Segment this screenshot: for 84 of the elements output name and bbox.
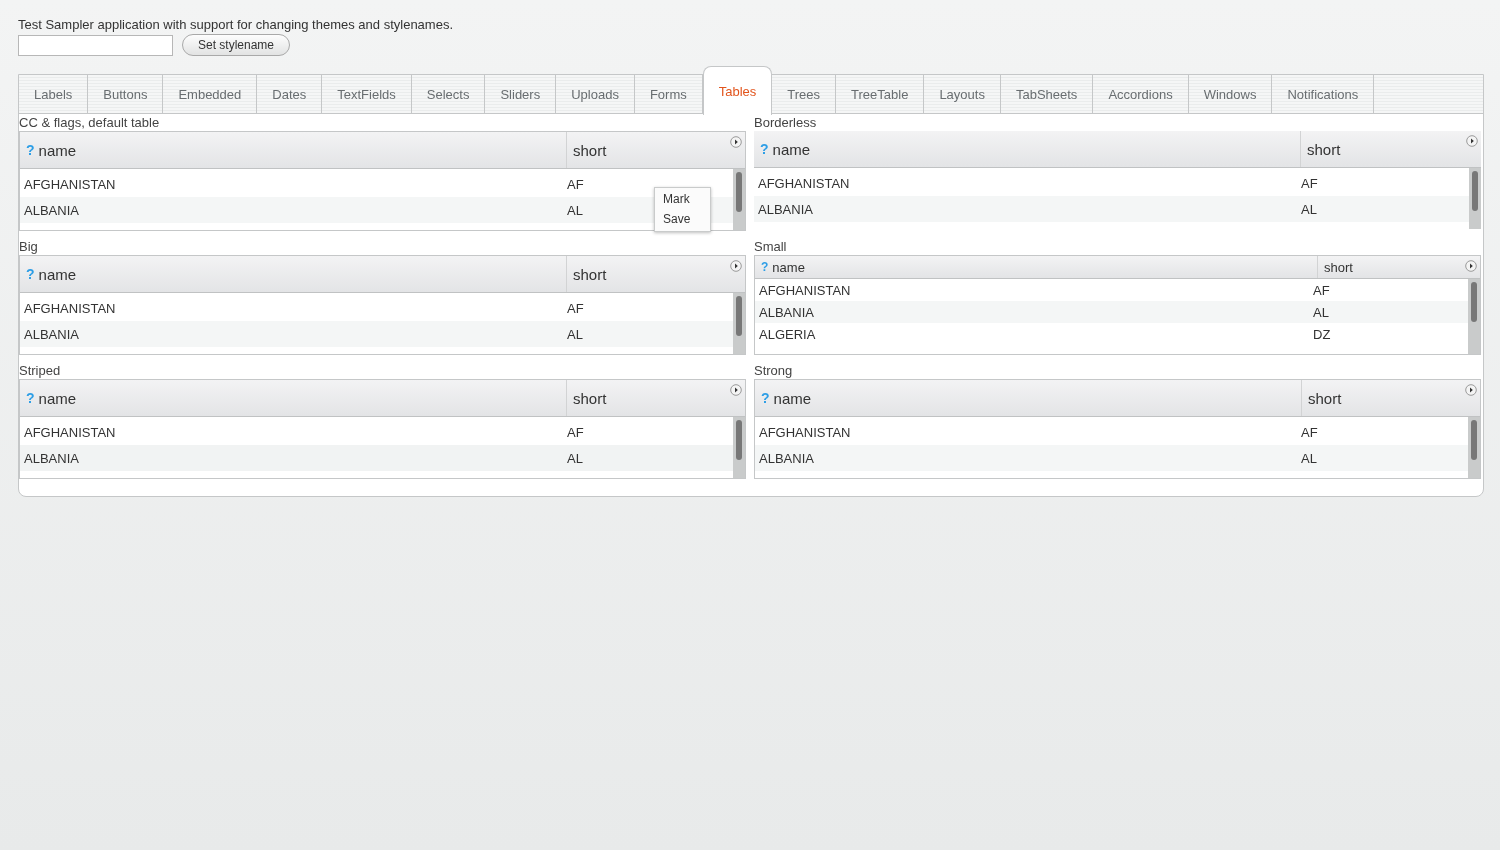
tab[interactable]: Sliders	[485, 75, 557, 113]
menu-item[interactable]: Mark	[655, 189, 710, 209]
table-cell-text: AF	[567, 424, 585, 440]
tab[interactable]: Accordions	[1093, 75, 1189, 113]
table-caption: Borderless	[754, 115, 818, 131]
table-cell-text: AFGHANISTAN	[23, 424, 117, 440]
tab[interactable]: Forms	[634, 75, 703, 113]
column-selector-icon[interactable]	[1465, 384, 1477, 396]
table-cell-text: ALBANIA	[757, 201, 814, 217]
table-caption: Strong	[754, 363, 794, 379]
column-selector-icon[interactable]	[730, 384, 742, 396]
table-cell-text: AL	[567, 202, 584, 218]
tab[interactable]: TreeTable	[836, 75, 925, 113]
column-selector-icon[interactable]	[730, 136, 742, 148]
table-cell-text: ALBANIA	[23, 326, 80, 342]
table-caption: Striped	[19, 363, 62, 379]
tab[interactable]: Windows	[1188, 75, 1273, 113]
menu-item[interactable]: Save	[655, 209, 710, 229]
table-cell-text: AF	[567, 176, 585, 192]
table-cell-text: ALBANIA	[758, 450, 815, 466]
column-header[interactable]: short	[1301, 131, 1481, 167]
table-cell-text: AF	[567, 300, 585, 316]
column-header[interactable]: ? name	[20, 132, 567, 168]
column-header[interactable]: ? name	[754, 131, 1301, 167]
column-selector-icon[interactable]	[1465, 260, 1477, 272]
tab[interactable]: Tables	[702, 66, 773, 115]
table-cell-text: AF	[1301, 424, 1319, 440]
tab[interactable]: Uploads	[556, 75, 635, 113]
tab[interactable]: Selects	[411, 75, 486, 113]
table-caption: Big	[19, 239, 39, 255]
table-cell-text: AL	[567, 450, 584, 466]
table-cell-text: AFGHANISTAN	[23, 176, 117, 192]
tab[interactable]: TabSheets	[1000, 75, 1094, 113]
intro-text: Test Sampler application with support for changing themes and stylenames.	[18, 16, 454, 33]
column-header[interactable]: short	[567, 132, 745, 168]
help-icon: ?	[26, 266, 35, 282]
scrollbar[interactable]	[733, 417, 745, 478]
scrollbar[interactable]	[733, 169, 745, 230]
table-caption: Small	[754, 239, 788, 255]
column-header[interactable]: short	[567, 380, 745, 416]
scrollbar[interactable]	[1468, 417, 1480, 478]
scrollbar[interactable]	[1468, 279, 1480, 354]
tab[interactable]: Trees	[772, 75, 837, 113]
table-cell-text: AFGHANISTAN	[758, 282, 852, 298]
column-selector-icon[interactable]	[1466, 135, 1478, 147]
tab[interactable]: Labels	[19, 75, 89, 113]
table-cell-text: DZ	[1313, 326, 1332, 342]
help-icon: ?	[26, 142, 35, 158]
help-icon: ?	[26, 390, 35, 406]
table-cell-text: AFGHANISTAN	[757, 175, 851, 191]
column-header[interactable]: short	[567, 256, 745, 292]
column-header[interactable]: short	[1302, 380, 1480, 416]
table-cell-text: AL	[1301, 201, 1318, 217]
tab[interactable]: Dates	[257, 75, 323, 113]
table-cell-text: AF	[1313, 282, 1331, 298]
set-stylename-button[interactable]: Set stylename	[182, 34, 291, 56]
column-header[interactable]: ? name	[755, 380, 1302, 416]
table-cell-text: AFGHANISTAN	[758, 424, 852, 440]
table-cell-text: ALGERIA	[758, 326, 817, 342]
tab[interactable]: Notifications	[1272, 75, 1375, 113]
column-header[interactable]: ? name	[20, 256, 567, 292]
table-cell-text: AFGHANISTAN	[23, 300, 117, 316]
table-cell-text: AF	[1301, 175, 1319, 191]
tab[interactable]: TextFields	[322, 75, 412, 113]
column-header[interactable]: ? name	[20, 380, 567, 416]
column-header[interactable]: ? name	[755, 256, 1318, 278]
table-cell-text: ALBANIA	[758, 304, 815, 320]
table-cell-text: AL	[1313, 304, 1330, 320]
table-caption: CC & flags, default table	[19, 115, 161, 131]
table-cell-text: ALBANIA	[23, 202, 80, 218]
table-cell-text: ALBANIA	[23, 450, 80, 466]
scrollbar[interactable]	[733, 293, 745, 354]
help-icon: ?	[760, 141, 769, 157]
scrollbar[interactable]	[1469, 168, 1481, 229]
table-cell-text: AL	[1301, 450, 1318, 466]
tab[interactable]: Buttons	[88, 75, 164, 113]
tab[interactable]: Layouts	[924, 75, 1001, 113]
table-cell-text: AL	[567, 326, 584, 342]
column-header[interactable]: short	[1318, 256, 1480, 278]
stylename-field[interactable]	[18, 34, 173, 56]
help-icon: ?	[761, 260, 769, 274]
tab[interactable]: Embedded	[163, 75, 258, 113]
column-selector-icon[interactable]	[730, 260, 742, 272]
help-icon: ?	[761, 390, 770, 406]
